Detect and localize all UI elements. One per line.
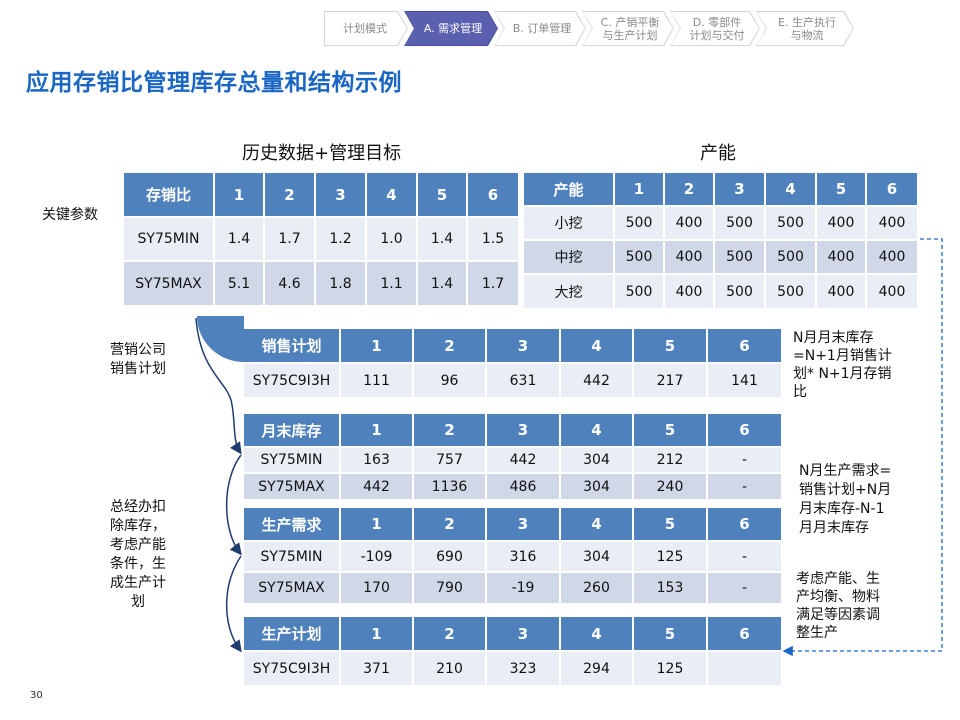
arrow-inventory-to-demand [225, 454, 242, 556]
note-production-demand-formula: N月生产需求= 销售计划+N月 月末库存-N-1 月月末库存 [799, 463, 892, 536]
note-month-end-formula: N月月末库存 =N+1月销售计 划* N+1月存销 比 [793, 330, 892, 400]
note-sales-company: 营销公司 销售计划 [110, 342, 166, 377]
note-hq-production: 总经办扣 除库存， 考虑产能 条件，生 成生产计 划 [110, 499, 166, 610]
arrow-demand-to-plan [225, 555, 242, 653]
note-adjust-production: 考虑产能、生 产均衡、物料 满足等因素调 整生产 [796, 571, 880, 641]
page-number: 30 [30, 690, 43, 701]
